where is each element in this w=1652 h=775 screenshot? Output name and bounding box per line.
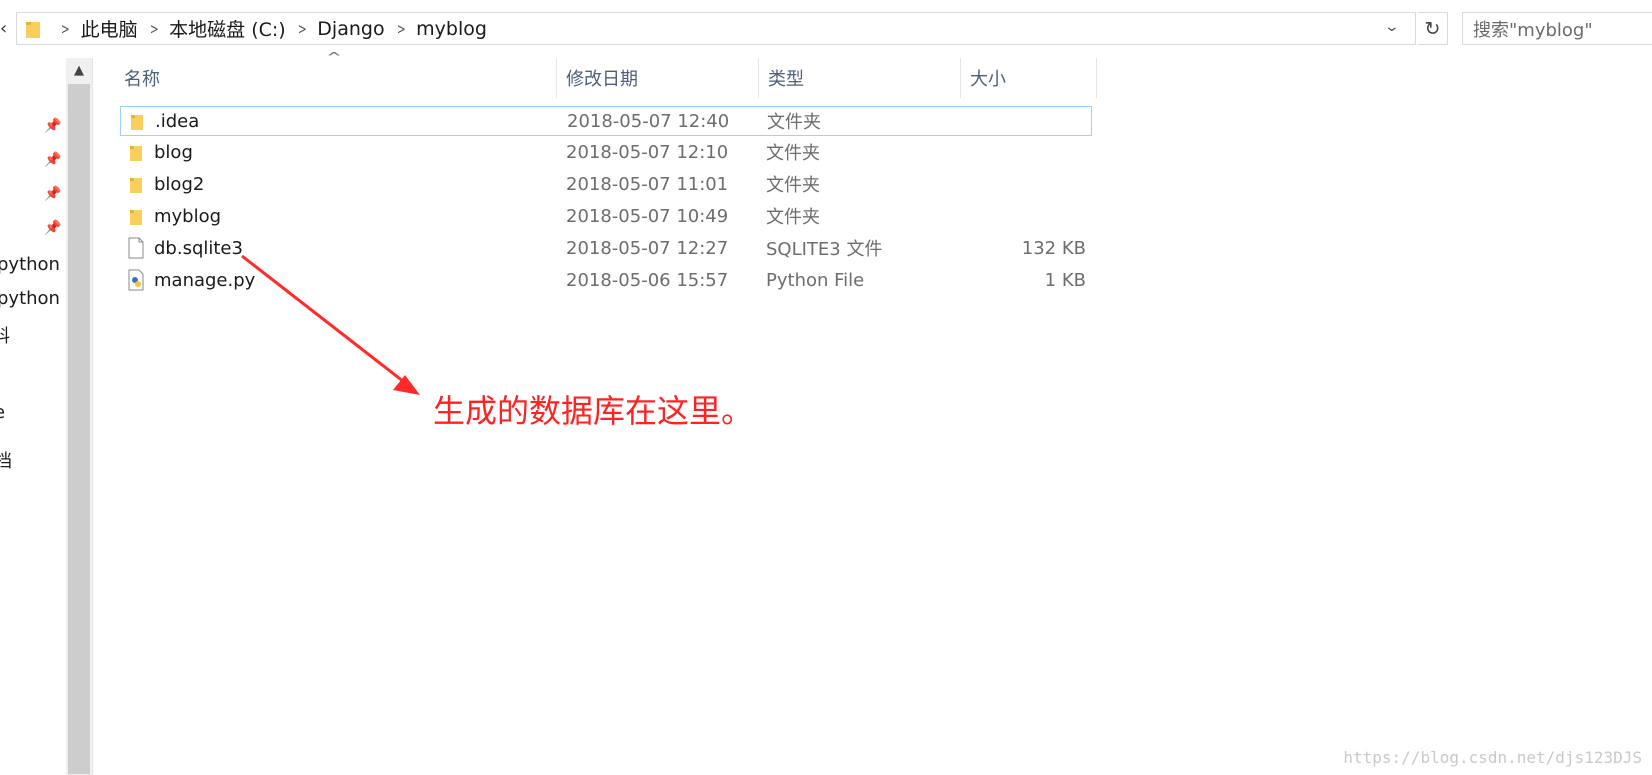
arrow-line — [241, 254, 409, 387]
annotation-text: 生成的数据库在这里。 — [433, 392, 754, 430]
annotation-arrow — [241, 254, 420, 395]
watermark: https://blog.csdn.net/djs123DJS — [1343, 748, 1642, 767]
